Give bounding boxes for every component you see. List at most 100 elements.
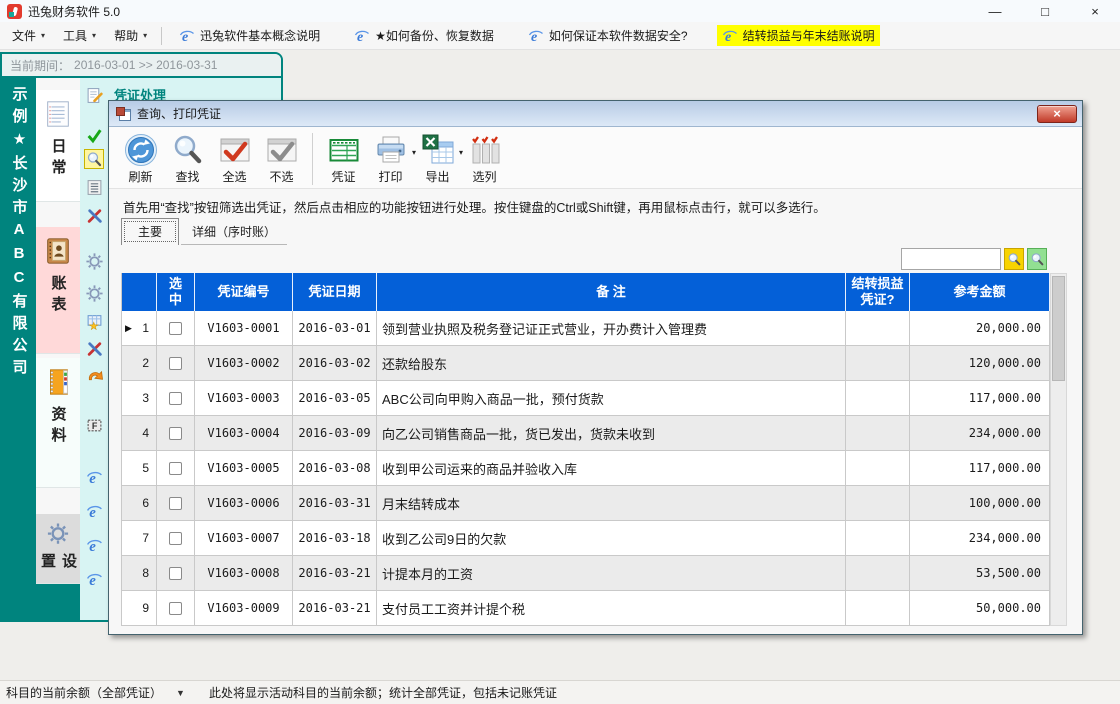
ie-icon[interactable] (85, 502, 103, 520)
table-row[interactable]: 3 V1603-0003 2016-03-05 ABC公司向甲购入商品一批，预付… (122, 381, 1050, 416)
toolbar-print-button[interactable]: ▾ 打印 (367, 131, 414, 185)
carryover-cell (846, 486, 910, 520)
help-link-label: 迅兔软件基本概念说明 (200, 27, 320, 44)
dialog-titlebar[interactable]: 查询、打印凭证 × (109, 101, 1082, 127)
status-hint: 此处将显示活动科目的当前余额；统计全部凭证，包括未记账凭证 (209, 684, 557, 701)
help-link-4[interactable]: 结转损益与年末结账说明 (717, 25, 880, 46)
column-header-5[interactable]: 结转损益凭证? (846, 273, 910, 311)
scrollbar-thumb[interactable] (1052, 276, 1065, 381)
balance-mode-selector[interactable]: 科目的当前余额（全部凭证） ▼ (0, 684, 185, 701)
sidebar-item-label: 账表 (48, 275, 69, 317)
voucher-date-cell: 2016-03-09 (293, 416, 377, 450)
row-number-cell: 9 (122, 591, 157, 625)
toolbar-export-button[interactable]: ▾ 导出 (414, 131, 461, 185)
list-icon[interactable] (85, 178, 103, 196)
ie-icon[interactable] (85, 570, 103, 588)
row-select-cell (157, 521, 195, 555)
search-button-yellow[interactable] (1004, 248, 1024, 270)
tab-detail[interactable]: 详细（序时账） (181, 220, 287, 245)
column-header-4[interactable]: 备 注 (377, 273, 846, 311)
toolbar-separator (312, 133, 313, 185)
toolbar-select-all-button[interactable]: 全选 (211, 131, 258, 185)
memo-cell: 计提本月的工资 (377, 556, 846, 590)
menu-1[interactable]: 工具▾ (57, 25, 102, 46)
row-checkbox[interactable] (169, 532, 182, 545)
row-checkbox[interactable] (169, 357, 182, 370)
search-input[interactable] (901, 248, 1001, 270)
table-row[interactable]: 7 V1603-0007 2016-03-18 收到乙公司9日的欠款 234,0… (122, 521, 1050, 556)
row-checkbox[interactable] (169, 392, 182, 405)
memo-cell: 收到乙公司9日的欠款 (377, 521, 846, 555)
ie-icon[interactable] (85, 536, 103, 554)
row-checkbox[interactable] (169, 497, 182, 510)
column-header-2[interactable]: 凭证编号 (195, 273, 293, 311)
frame-f-icon[interactable] (85, 416, 103, 434)
column-header-3[interactable]: 凭证日期 (293, 273, 377, 311)
table-row[interactable]: 2 V1603-0002 2016-03-02 还款给股东 120,000.00 (122, 346, 1050, 381)
vertical-scrollbar[interactable] (1050, 273, 1067, 626)
help-link-1[interactable]: 迅兔软件基本概念说明 (174, 25, 325, 46)
columns-icon (468, 133, 502, 167)
menubar-menus: 文件▾ 工具▾ 帮助 ▾ (0, 25, 153, 46)
voucher-code-cell: V1603-0009 (195, 591, 293, 625)
help-link-3[interactable]: 如何保证本软件数据安全? (523, 25, 693, 46)
form-icon (116, 107, 131, 121)
toolbar-button-label: 打印 (378, 168, 402, 185)
menu-label: 帮助 (114, 27, 138, 44)
row-checkbox[interactable] (169, 427, 182, 440)
undo-icon[interactable] (85, 366, 103, 384)
tab-main[interactable]: 主要 (121, 218, 179, 245)
column-header-1[interactable]: 选中 (157, 273, 195, 311)
table-star-icon[interactable] (85, 312, 103, 330)
row-number-cell: 5 (122, 451, 157, 485)
toolbar-voucher-button[interactable]: 凭证 (320, 131, 367, 185)
sidebar-item-3[interactable]: 设置 (36, 514, 80, 584)
table-row[interactable]: 8 V1603-0008 2016-03-21 计提本月的工资 53,500.0… (122, 556, 1050, 591)
table-row[interactable]: 4 V1603-0004 2016-03-09 向乙公司销售商品一批，货已发出，… (122, 416, 1050, 451)
tools-icon[interactable] (85, 206, 103, 224)
check-icon[interactable] (85, 126, 103, 144)
row-select-cell (157, 346, 195, 380)
maximize-button[interactable]: □ (1020, 0, 1070, 22)
memo-cell: 收到甲公司运来的商品并验收入库 (377, 451, 846, 485)
table-row[interactable]: 9 V1603-0009 2016-03-21 支付员工工资并计提个税 50,0… (122, 591, 1050, 626)
toolbar-refresh-button[interactable]: 刷新 (117, 131, 164, 185)
sidebar-item-0[interactable]: 日常 (36, 90, 80, 202)
sidebar-item-2[interactable]: 资料 (36, 358, 80, 488)
menu-0[interactable]: 文件▾ (6, 25, 51, 46)
sidebar: 日常 账表 资料 设置 (36, 78, 80, 620)
ie-icon[interactable] (85, 468, 103, 486)
memo-cell: 还款给股东 (377, 346, 846, 380)
close-button[interactable]: × (1070, 0, 1120, 22)
row-checkbox[interactable] (169, 567, 182, 580)
doc-edit-icon[interactable] (85, 86, 103, 104)
menu-2[interactable]: 帮助 ▾ (108, 25, 153, 46)
column-header-6[interactable]: 参考金额 (910, 273, 1050, 311)
voucher-code-cell: V1603-0004 (195, 416, 293, 450)
row-checkbox[interactable] (169, 322, 182, 335)
chevron-down-icon: ▾ (41, 31, 45, 40)
gear-icon[interactable] (85, 284, 103, 302)
toolbar-find-button[interactable]: 查找 (164, 131, 211, 185)
row-checkbox[interactable] (169, 602, 182, 615)
toolbar-deselect-button[interactable]: 不选 (258, 131, 305, 185)
voucher-code-cell: V1603-0007 (195, 521, 293, 555)
help-link-2[interactable]: ★如何备份、恢复数据 (349, 25, 499, 46)
dialog-close-button[interactable]: × (1037, 105, 1077, 123)
table-row[interactable]: ▶1 V1603-0001 2016-03-01 领到营业执照及税务登记证正式营… (122, 311, 1050, 346)
search-icon[interactable] (85, 150, 103, 168)
toolbar-columns-button[interactable]: 选列 (461, 131, 508, 185)
voucher-date-cell: 2016-03-01 (293, 311, 377, 345)
toolbar-button-label: 导出 (425, 168, 449, 185)
sidebar-item-1[interactable]: 账表 (36, 227, 80, 354)
row-checkbox[interactable] (169, 462, 182, 475)
tools-icon[interactable] (85, 339, 103, 357)
minimize-button[interactable]: — (970, 0, 1020, 22)
carryover-cell (846, 346, 910, 380)
gear-icon[interactable] (85, 252, 103, 270)
search-button-green[interactable] (1027, 248, 1047, 270)
table-row[interactable]: 5 V1603-0005 2016-03-08 收到甲公司运来的商品并验收入库 … (122, 451, 1050, 486)
chevron-down-icon: ▾ (143, 31, 147, 40)
table-row[interactable]: 6 V1603-0006 2016-03-31 月末结转成本 100,000.0… (122, 486, 1050, 521)
voucher-code-cell: V1603-0003 (195, 381, 293, 415)
